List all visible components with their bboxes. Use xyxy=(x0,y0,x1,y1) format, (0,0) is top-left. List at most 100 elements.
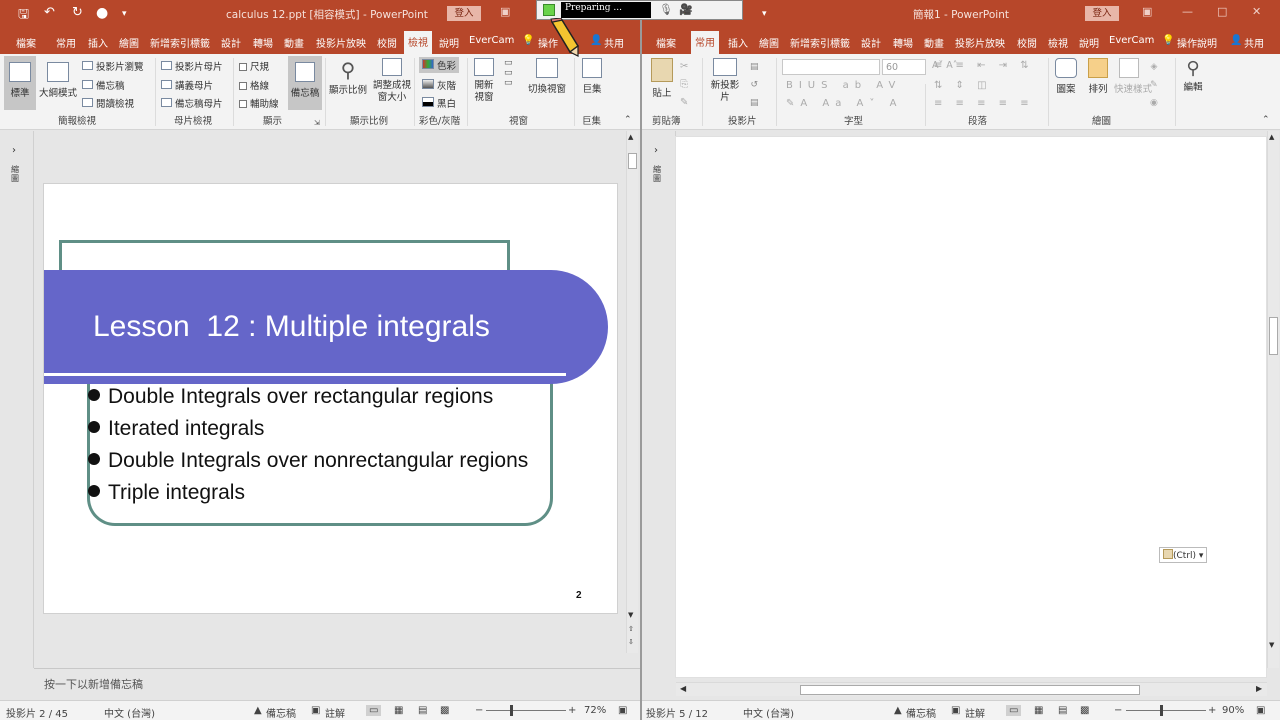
vertical-scrollbar[interactable]: ▲ ▼ xyxy=(1267,131,1279,668)
scroll-up-icon[interactable]: ▲ xyxy=(1269,133,1274,141)
comments-icon[interactable]: ▣ xyxy=(951,705,960,716)
scroll-left-icon[interactable]: ◀ xyxy=(680,684,686,693)
cut-copy-format-icons[interactable]: ✂ ⎘ ✎ xyxy=(680,58,688,112)
comments-icon[interactable]: ▣ xyxy=(311,705,320,716)
notes-status-button[interactable]: 備忘稿 xyxy=(906,705,936,720)
color-button[interactable]: 色彩 xyxy=(419,57,460,73)
collapse-ribbon-icon[interactable]: ⌃ xyxy=(1262,115,1270,125)
font-color-icons[interactable]: ✎A Aa A˅ A xyxy=(786,98,902,109)
bullet-item[interactable]: Triple integrals xyxy=(108,481,245,505)
share-icon[interactable]: 👤 xyxy=(590,35,602,46)
h-scroll-thumb[interactable] xyxy=(800,685,1140,695)
notes-master-button[interactable]: 備忘稿母片 xyxy=(161,96,223,110)
notes-toggle-icon[interactable]: ▲ xyxy=(894,705,902,716)
collapse-ribbon-icon[interactable]: ⌃ xyxy=(624,115,632,125)
tab-transitions[interactable]: 轉場 xyxy=(893,35,913,50)
font-size-combobox[interactable]: 60 xyxy=(882,59,926,75)
close-icon[interactable]: ✕ xyxy=(1252,5,1261,18)
reading-view-button[interactable]: 閱讀檢視 xyxy=(82,96,134,110)
tab-evercam[interactable]: EverCam xyxy=(1109,35,1154,46)
start-from-beginning-icon[interactable]: ● xyxy=(96,5,108,21)
tab-slideshow[interactable]: 投影片放映 xyxy=(955,35,1005,50)
maximize-icon[interactable]: □ xyxy=(1217,5,1227,18)
normal-view-status-icon[interactable]: ▭ xyxy=(1006,705,1022,716)
tab-view[interactable]: 檢視 xyxy=(404,31,432,55)
tab-transitions[interactable]: 轉場 xyxy=(253,35,273,50)
editing-button[interactable]: ⚲ 編輯 xyxy=(1179,58,1207,93)
slide-master-button[interactable]: 投影片母片 xyxy=(161,59,223,73)
tab-draw[interactable]: 繪圖 xyxy=(119,35,139,50)
arrange-windows-icons[interactable]: ▭ ▭ ▭ xyxy=(504,58,513,88)
scroll-down-icon[interactable]: ▼ xyxy=(1269,641,1274,649)
record-status-icon[interactable] xyxy=(543,4,555,16)
slideshow-status-icon[interactable]: ▩ xyxy=(440,705,449,716)
arrange-button[interactable]: 排列 xyxy=(1084,58,1112,95)
outline-view-button[interactable]: 大綱模式 xyxy=(38,56,78,110)
zoom-button[interactable]: ⚲ 顯示比例 xyxy=(328,58,368,96)
notes-status-button[interactable]: 備忘稿 xyxy=(266,705,296,720)
scroll-thumb[interactable] xyxy=(628,153,637,169)
scroll-thumb[interactable] xyxy=(1269,317,1278,355)
tab-evercam[interactable]: EverCam xyxy=(469,35,514,46)
tell-me-icon[interactable]: 💡 xyxy=(522,35,534,46)
sign-in-button[interactable]: 登入 xyxy=(447,6,481,21)
zoom-out-icon[interactable]: − xyxy=(1114,705,1122,716)
ribbon-display-icon[interactable]: ▣ xyxy=(1142,5,1152,18)
zoom-percentage[interactable]: 72% xyxy=(584,705,606,716)
notes-toggle-icon[interactable]: ▲ xyxy=(254,705,262,716)
tab-animations[interactable]: 動畫 xyxy=(924,35,944,50)
tab-review[interactable]: 校閱 xyxy=(377,35,397,50)
slide-sorter-button[interactable]: 投影片瀏覽 xyxy=(82,59,144,73)
slide-canvas[interactable]: Lesson 12 : Multiple integrals Double In… xyxy=(43,183,618,614)
share-icon[interactable]: 👤 xyxy=(1230,35,1242,46)
tab-home[interactable]: 常用 xyxy=(691,31,719,55)
next-slide-icon[interactable]: ⇩ xyxy=(628,638,634,646)
horizontal-scrollbar[interactable]: ◀ ▶ xyxy=(676,682,1267,696)
tab-file[interactable]: 檔案 xyxy=(656,35,676,50)
layout-reset-section-icons[interactable]: ▤ ↺ ▤ xyxy=(750,58,759,112)
previous-slide-icon[interactable]: ⇧ xyxy=(628,625,634,633)
tab-home[interactable]: 常用 xyxy=(56,35,76,50)
tab-design[interactable]: 設計 xyxy=(221,35,241,50)
grayscale-button[interactable]: 灰階 xyxy=(422,78,456,92)
normal-view-status-icon[interactable]: ▭ xyxy=(366,705,382,716)
zoom-slider[interactable] xyxy=(1126,710,1206,711)
guides-checkbox[interactable]: 輔助線 xyxy=(239,96,279,110)
reading-view-status-icon[interactable]: ▤ xyxy=(418,705,427,716)
sign-in-button[interactable]: 登入 xyxy=(1085,6,1119,21)
normal-view-button[interactable]: 標準 xyxy=(4,56,36,110)
tab-tell-me[interactable]: 操作說明 xyxy=(1177,35,1217,50)
scroll-up-icon[interactable]: ▲ xyxy=(628,133,633,141)
paste-options-button[interactable]: (Ctrl) ▾ xyxy=(1159,547,1208,563)
undo-icon[interactable]: ↶ xyxy=(44,5,55,20)
fit-slide-icon[interactable]: ▣ xyxy=(1256,705,1265,716)
camera-icon[interactable]: 🎥 xyxy=(679,3,693,16)
gridlines-checkbox[interactable]: 格線 xyxy=(239,78,269,92)
ruler-checkbox[interactable]: 尺規 xyxy=(239,59,269,73)
tell-me-icon[interactable]: 💡 xyxy=(1162,35,1174,46)
tab-insert[interactable]: 插入 xyxy=(88,35,108,50)
scroll-right-icon[interactable]: ▶ xyxy=(1256,684,1262,693)
language-indicator[interactable]: 中文 (台灣) xyxy=(104,705,155,720)
slide-sorter-status-icon[interactable]: ▦ xyxy=(394,705,403,716)
slide-sorter-status-icon[interactable]: ▦ xyxy=(1034,705,1043,716)
new-window-button[interactable]: 開新視窗 xyxy=(470,58,498,104)
zoom-slider-thumb[interactable] xyxy=(510,705,513,716)
zoom-percentage[interactable]: 90% xyxy=(1222,705,1244,716)
zoom-out-icon[interactable]: − xyxy=(475,705,483,716)
microphone-icon[interactable]: 🎙 xyxy=(659,3,673,16)
list-icons[interactable]: ≡ ≡ ⇤ ⇥ ⇅ xyxy=(934,60,1034,71)
tab-draw[interactable]: 繪圖 xyxy=(759,35,779,50)
expand-thumbnails-icon[interactable]: › xyxy=(12,145,16,156)
paste-button[interactable]: 貼上 xyxy=(648,58,676,99)
tab-help[interactable]: 說明 xyxy=(439,35,459,50)
expand-thumbnails-icon[interactable]: › xyxy=(654,145,658,156)
notes-page-button[interactable]: 備忘稿 xyxy=(82,78,125,92)
customize-quick-access-icon[interactable]: ▾ xyxy=(122,9,127,19)
notes-toggle-button[interactable]: 備忘稿 xyxy=(288,56,322,110)
tab-view[interactable]: 檢視 xyxy=(1048,35,1068,50)
slide-title[interactable]: Lesson 12 : Multiple integrals xyxy=(93,310,490,344)
font-format-icons[interactable]: BIUS ab AV xyxy=(786,80,901,91)
direction-icons[interactable]: ⇅ ⇕ ◫ xyxy=(934,80,992,91)
tab-review[interactable]: 校閱 xyxy=(1017,35,1037,50)
